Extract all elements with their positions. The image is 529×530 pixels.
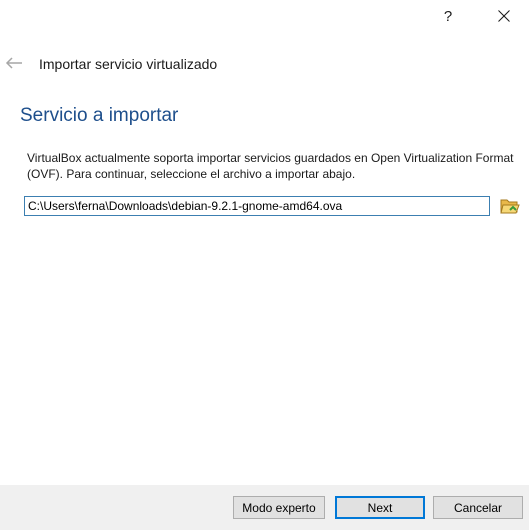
close-button[interactable] (489, 4, 519, 28)
folder-open-icon (500, 199, 520, 214)
cancel-button[interactable]: Cancelar (433, 496, 523, 519)
import-appliance-dialog: ? Importar servicio virtualizado Servici… (0, 0, 529, 530)
back-arrow-icon[interactable] (5, 56, 23, 70)
help-button[interactable]: ? (433, 4, 463, 28)
browse-file-button[interactable] (500, 197, 520, 215)
expert-mode-button[interactable]: Modo experto (233, 496, 325, 519)
help-label: ? (443, 7, 453, 25)
page-description: VirtualBox actualmente soporta importar … (27, 151, 514, 181)
next-button[interactable]: Next (335, 496, 425, 519)
wizard-title: Importar servicio virtualizado (39, 56, 218, 72)
file-path-input[interactable] (24, 196, 490, 216)
close-icon (498, 10, 510, 22)
page-heading: Servicio a importar (20, 105, 179, 126)
